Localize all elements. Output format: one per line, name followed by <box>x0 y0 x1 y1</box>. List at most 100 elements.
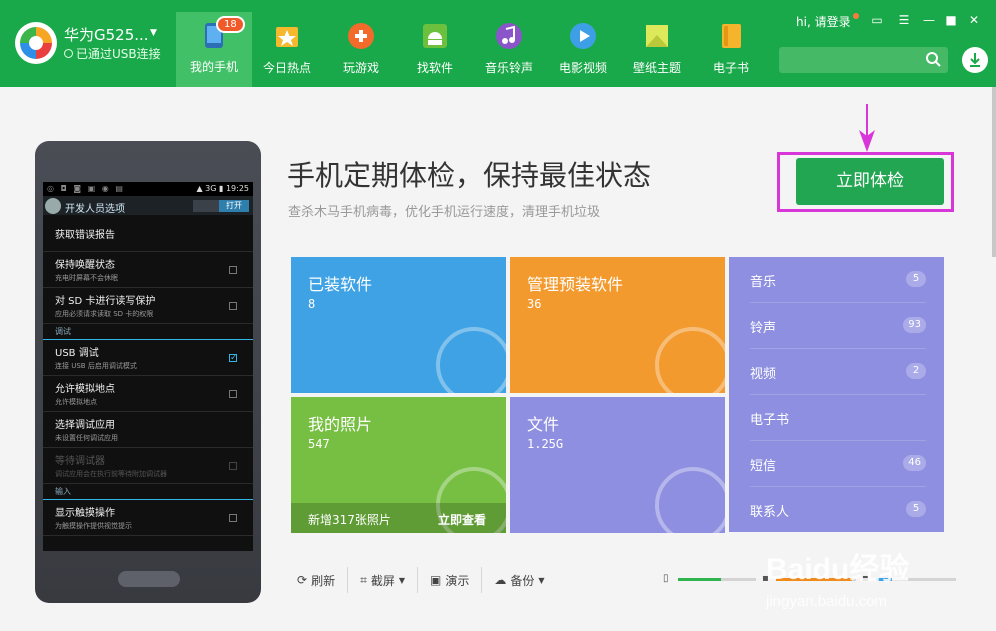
nav-ebook[interactable]: 电子书 <box>693 13 769 87</box>
phone-row: 显示触摸操作 为触摸操作提供视觉提示 <box>43 500 253 536</box>
storage-fill <box>678 578 721 581</box>
minimize-button[interactable]: — <box>921 12 937 28</box>
screenshot-button[interactable]: ⌗ 截屏 ▼ <box>348 567 419 593</box>
battery-icon: ▮ <box>218 184 224 193</box>
nav-label: 电影视频 <box>558 61 607 75</box>
media-count-badge: 5 <box>906 501 926 517</box>
phone-settings-title: 开发人员选项 <box>65 204 125 215</box>
nav-games[interactable]: 玩游戏 <box>323 13 399 87</box>
tile-value: 8 <box>308 297 316 311</box>
arrow-down-icon <box>859 104 875 152</box>
tile-value: 36 <box>527 297 542 311</box>
phone-settings-header: 开发人员选项 打开 <box>43 196 253 216</box>
media-count-badge: 5 <box>906 271 926 287</box>
phone-row-sub: 连接 USB 后启用调试模式 <box>55 362 137 370</box>
dev-options-toggle: 打开 <box>193 200 249 212</box>
login-link[interactable]: hi, 请登录 <box>796 13 851 30</box>
phone-status-bar: ◎ ◘ ◙ ▣ ◉ ▤ ▲ 3G ▮ 19:25 <box>43 182 253 196</box>
checkbox-icon <box>229 301 237 310</box>
usb-status-text: 已通过USB连接 <box>76 47 161 61</box>
folder-icon <box>655 467 725 533</box>
usb-status-icon <box>64 49 73 58</box>
nav-wallpaper[interactable]: 壁纸主题 <box>619 13 695 87</box>
phone-row-sub: 为触摸操作提供视觉提示 <box>55 522 132 530</box>
checkbox-icon <box>229 265 237 274</box>
device-name[interactable]: 华为G525... <box>64 24 149 45</box>
android-icon <box>423 24 447 48</box>
nav-my-phone[interactable]: 18 我的手机 <box>176 12 252 87</box>
app-logo[interactable] <box>15 22 57 64</box>
phone-section-input: 输入 <box>43 484 253 500</box>
media-item-ebook[interactable]: 电子书 <box>750 395 926 441</box>
scrollbar[interactable] <box>992 87 996 257</box>
phone-time: 19:25 <box>225 184 249 193</box>
message-icon[interactable]: ▭ <box>869 12 885 28</box>
bottom-toolbar: ⟳ 刷新 ⌗ 截屏 ▼ ▣ 演示 ☁ 备份 ▼ <box>291 567 557 593</box>
network-type: 3G <box>205 184 217 193</box>
view-now-link[interactable]: 立即查看 <box>438 511 486 528</box>
nav-music[interactable]: 音乐铃声 <box>471 13 547 87</box>
notification-dot <box>853 13 859 19</box>
toggle-label: 打开 <box>219 200 249 212</box>
wrench-icon <box>655 327 725 393</box>
nav-software[interactable]: 找软件 <box>397 13 473 87</box>
download-icon <box>970 53 980 67</box>
backup-label: 备份 <box>510 573 535 588</box>
demo-label: 演示 <box>445 573 470 588</box>
refresh-icon: ⟳ <box>297 573 308 587</box>
nav-label: 音乐铃声 <box>484 61 533 75</box>
media-count-badge: 46 <box>903 455 926 471</box>
top-bar: 华为G525... ▼ 已通过USB连接 18 我的手机 今日热点 玩游戏 找软… <box>0 0 996 87</box>
refresh-button[interactable]: ⟳ 刷新 <box>291 567 349 593</box>
device-dropdown-icon[interactable]: ▼ <box>150 28 157 38</box>
status-icons: ◎ ◘ ◙ ▣ ◉ ▤ <box>47 184 125 193</box>
media-item-music[interactable]: 音乐 5 <box>750 257 926 303</box>
media-item-sms[interactable]: 短信 46 <box>750 441 926 487</box>
download-manager-button[interactable] <box>962 47 988 73</box>
book-icon <box>722 24 741 48</box>
media-label: 电子书 <box>750 413 790 428</box>
media-count-badge: 2 <box>906 363 926 379</box>
phone-row-title: 允许模拟地点 <box>55 384 115 395</box>
phone-row-title: 显示触摸操作 <box>55 508 115 519</box>
chevron-down-icon: ▼ <box>398 575 406 585</box>
search-input[interactable] <box>779 47 948 73</box>
signal-icon: ▲ <box>196 184 203 193</box>
phone-row: USB 调试 连接 USB 后启用调试模式 ✓ <box>43 340 253 376</box>
nav-today-hot[interactable]: 今日热点 <box>249 13 325 87</box>
nav-video[interactable]: 电影视频 <box>545 13 621 87</box>
phone-row: 等待调试器 调试应用会在执行前等待附加调试器 <box>43 448 253 484</box>
search-icon[interactable] <box>925 51 942 68</box>
phone-row-title: 保持唤醒状态 <box>55 260 115 271</box>
media-item-ringtone[interactable]: 铃声 93 <box>750 303 926 349</box>
play-screen-icon: ▣ <box>430 573 442 587</box>
phone-row-title: 等待调试器 <box>55 456 105 467</box>
media-label: 视频 <box>750 367 777 382</box>
screenshot-label: 截屏 <box>370 573 395 588</box>
backup-button[interactable]: ☁ 备份 ▼ <box>482 567 556 593</box>
menu-icon[interactable]: ☰ <box>896 12 912 28</box>
tile-value: 547 <box>308 437 330 451</box>
phone-preview: ◎ ◘ ◙ ▣ ◉ ▤ ▲ 3G ▮ 19:25 开发人员选项 打开 获取错误报… <box>35 141 261 603</box>
chevron-down-icon: ▼ <box>538 575 545 585</box>
nav-label: 壁纸主题 <box>632 61 681 75</box>
tile-files[interactable]: 文件 1.25G <box>510 397 725 533</box>
phone-row: 对 SD 卡进行读写保护 应用必须请求读取 SD 卡的权限 <box>43 288 253 324</box>
phone-section-debug: 调试 <box>43 324 253 340</box>
media-list-tile: 音乐 5 铃声 93 视频 2 电子书 短信 46 联系人 5 <box>729 257 944 532</box>
phone-row-sub: 充电时屏幕不会休眠 <box>55 274 118 282</box>
maximize-button[interactable]: ■ <box>943 12 959 28</box>
tile-preinstalled-apps[interactable]: 管理预装软件 36 <box>510 257 725 393</box>
phone-storage-icon: ▯ <box>663 573 669 584</box>
media-item-video[interactable]: 视频 2 <box>750 349 926 395</box>
phone-row-title: 获取错误报告 <box>55 230 115 241</box>
watermark-brand: Baidu经验 <box>766 552 909 586</box>
phone-row: 允许模拟地点 允许模拟地点 <box>43 376 253 412</box>
tile-my-photos[interactable]: 我的照片 547 新增317张照片 立即查看 <box>291 397 506 533</box>
close-button[interactable]: ✕ <box>966 12 982 28</box>
tile-installed-apps[interactable]: 已装软件 8 <box>291 257 506 393</box>
start-checkup-button[interactable]: 立即体检 <box>796 158 944 205</box>
demo-button[interactable]: ▣ 演示 <box>418 567 483 593</box>
gear-icon <box>45 198 61 214</box>
tile-title: 我的照片 <box>308 415 373 434</box>
